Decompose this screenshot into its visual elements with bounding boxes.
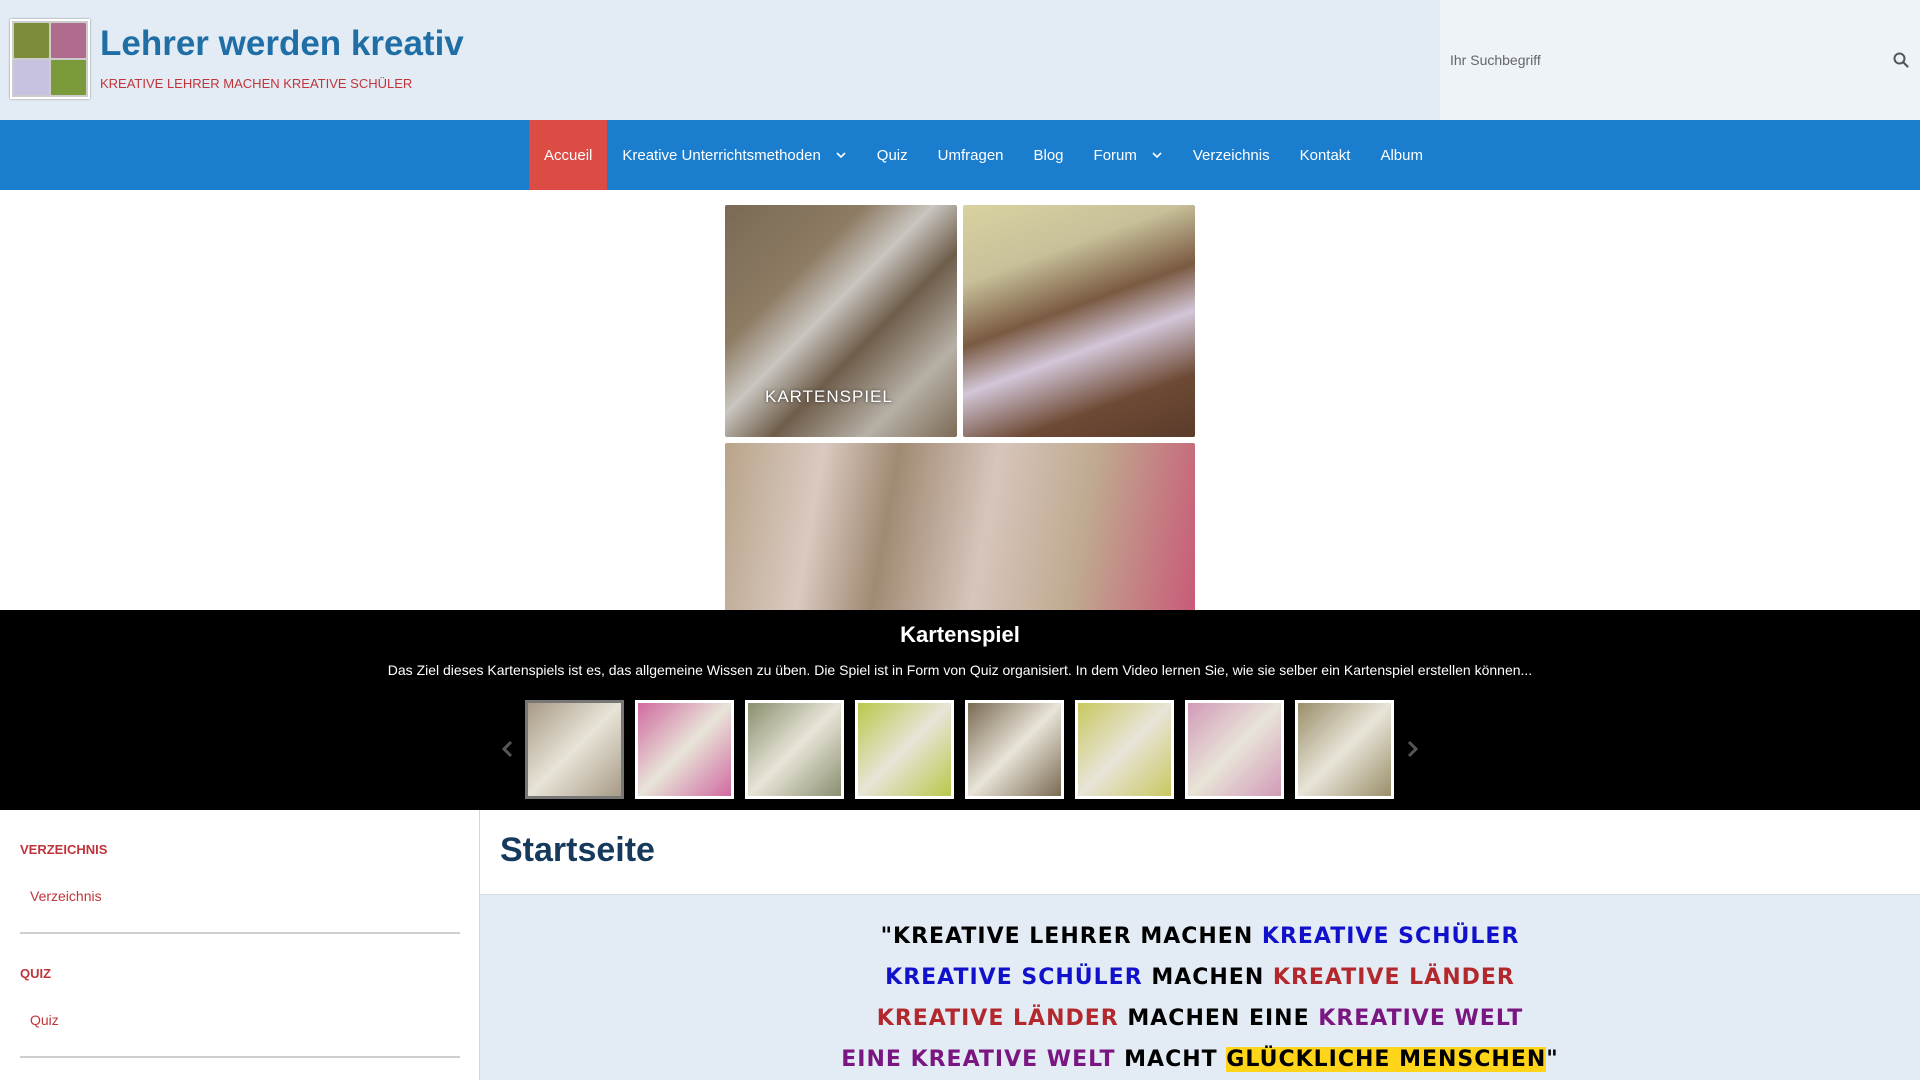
slide-photo-cards-grid (963, 205, 1195, 437)
slideshow-thumbnail[interactable] (745, 700, 844, 799)
chevron-down-icon (1152, 152, 1162, 159)
nav-item-blog[interactable]: Blog (1019, 120, 1079, 190)
slideshow-thumbnail[interactable] (965, 700, 1064, 799)
slideshow-caption-bar: Kartenspiel Das Ziel dieses Kartenspiels… (0, 610, 1920, 810)
sidebar-heading-quiz: QUIZ (20, 966, 52, 981)
quote-text: KREATIVE WELT (1318, 1006, 1524, 1031)
motto-quote: "KREATIVE LEHRER MACHEN KREATIVE SCHÜLER… (480, 916, 1920, 1080)
quote-highlight: GLÜCKLICHE MENSCHEN (1226, 1047, 1547, 1072)
nav-item-label: Verzeichnis (1192, 146, 1270, 164)
chevron-down-icon (836, 152, 846, 159)
sidebar-heading-verzeichnis: VERZEICHNIS (20, 842, 108, 857)
nav-item-label: Kreative Unterrichtsmethoden (622, 146, 821, 164)
quote-text: KREATIVE SCHÜLER (885, 965, 1143, 990)
main-header: Startseite (480, 810, 1920, 895)
chevron-right-icon[interactable] (1401, 738, 1423, 760)
quote-line-3: KREATIVE LÄNDER MACHEN EINE KREATIVE WEL… (480, 998, 1920, 1039)
site-slogan: KREATIVE LEHRER MACHEN KREATIVE SCHÜLER (100, 76, 413, 91)
slideshow: KARTENSPIEL (0, 190, 1920, 610)
sidebar-divider (20, 932, 460, 934)
nav-item-umfragen[interactable]: Umfragen (923, 120, 1019, 190)
chevron-left-icon[interactable] (497, 738, 519, 760)
slideshow-thumbnail[interactable] (855, 700, 954, 799)
main-content: Startseite "KREATIVE LEHRER MACHEN KREAT… (480, 810, 1920, 1080)
slide-photo-cards-hexagon: KARTENSPIEL (725, 205, 957, 437)
slide-photo-cards-table (725, 443, 1195, 610)
sidebar-link-verzeichnis[interactable]: Verzeichnis (30, 888, 102, 904)
quote-text: MACHEN EINE (1118, 1006, 1319, 1031)
nav-item-verzeichnis[interactable]: Verzeichnis (1178, 120, 1285, 190)
page-title: Startseite (500, 831, 655, 869)
slideshow-thumbnails (525, 700, 1394, 799)
quote-text: KREATIVE LÄNDER (876, 1006, 1119, 1031)
search-icon[interactable] (1892, 51, 1910, 69)
quote-line-1: "KREATIVE LEHRER MACHEN KREATIVE SCHÜLER (480, 916, 1920, 957)
quote-text: KREATIVE SCHÜLER (1261, 924, 1520, 949)
search-input[interactable] (1450, 46, 1870, 74)
slide-image[interactable]: KARTENSPIEL (725, 205, 1195, 610)
slide-caption-text: Das Ziel dieses Kartenspiels ist es, das… (387, 662, 1533, 678)
quote-text: MACHEN (1142, 965, 1273, 990)
nav-item-album[interactable]: Album (1365, 120, 1438, 190)
slideshow-thumbnail[interactable] (1075, 700, 1174, 799)
nav-item-label: Album (1380, 146, 1423, 164)
site-logo[interactable] (10, 19, 90, 99)
site-header: Lehrer werden kreativ KREATIVE LEHRER MA… (0, 0, 1920, 120)
nav-items: Accueil Kreative Unterrichtsmethoden Qui… (529, 120, 1438, 190)
site-title[interactable]: Lehrer werden kreativ (100, 24, 464, 64)
slideshow-thumbnail[interactable] (1185, 700, 1284, 799)
slideshow-thumbnail[interactable] (1295, 700, 1394, 799)
search-box (1440, 0, 1920, 120)
nav-item-kreative-unterrichtsmethoden[interactable]: Kreative Unterrichtsmethoden (607, 120, 861, 190)
nav-item-label: Umfragen (937, 146, 1004, 164)
slideshow-thumbnail[interactable] (525, 700, 624, 799)
slide-caption-title[interactable]: Kartenspiel (0, 622, 1920, 648)
quote-line-4: EINE KREATIVE WELT MACHT GLÜCKLICHE MENS… (480, 1039, 1920, 1080)
nav-item-kontakt[interactable]: Kontakt (1285, 120, 1366, 190)
main-navigation: Accueil Kreative Unterrichtsmethoden Qui… (0, 120, 1920, 190)
nav-item-label: Accueil (544, 146, 593, 164)
quote-close-mark: " (1546, 1047, 1559, 1072)
nav-item-label: Kontakt (1299, 146, 1351, 164)
nav-item-quiz[interactable]: Quiz (862, 120, 923, 190)
nav-item-accueil[interactable]: Accueil (529, 120, 608, 190)
nav-item-label: Quiz (876, 146, 908, 164)
quote-open-mark: " (880, 924, 894, 949)
nav-item-label: Blog (1033, 146, 1064, 164)
quote-text: MACHT (1115, 1047, 1227, 1072)
quote-text: EINE KREATIVE WELT (841, 1047, 1116, 1072)
sidebar-divider (20, 1056, 460, 1058)
slide-image-label: KARTENSPIEL (765, 387, 893, 406)
sidebar: VERZEICHNIS Verzeichnis QUIZ Quiz (0, 810, 480, 1080)
slideshow-thumbnail[interactable] (635, 700, 734, 799)
sidebar-link-quiz[interactable]: Quiz (30, 1012, 59, 1028)
quote-line-2: KREATIVE SCHÜLER MACHEN KREATIVE LÄNDER (480, 957, 1920, 998)
quote-text: KREATIVE LEHRER MACHEN (893, 924, 1262, 949)
nav-item-forum[interactable]: Forum (1079, 120, 1178, 190)
nav-item-label: Forum (1093, 146, 1137, 164)
quote-text: KREATIVE LÄNDER (1272, 965, 1515, 990)
